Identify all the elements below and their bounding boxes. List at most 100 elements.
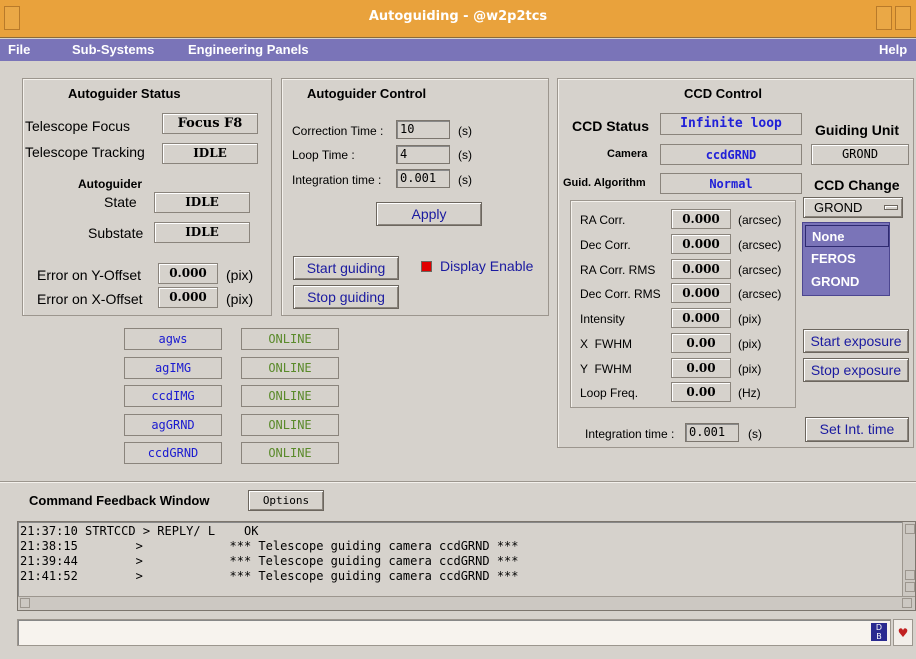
ccd-integration-time-unit: (s) [748, 427, 762, 441]
dropdown-option-feros[interactable]: FEROS [805, 248, 889, 270]
measurement-value: 0.000 [671, 308, 731, 328]
substate-label: Substate [88, 225, 144, 241]
subsystem-status: ONLINE [241, 357, 339, 379]
autoguider-status-header: Autoguider Status [68, 86, 181, 101]
measurement-unit: (arcsec) [738, 287, 782, 301]
ccd-control-header: CCD Control [684, 86, 762, 101]
stop-exposure-button[interactable]: Stop exposure [803, 358, 909, 382]
menu-engineering-panels[interactable]: Engineering Panels [188, 42, 309, 57]
telescope-tracking-label: Telescope Tracking [25, 144, 145, 160]
loop-time-input[interactable]: 4 [396, 145, 450, 164]
subsystem-name: ccdIMG [124, 385, 222, 407]
autoguider-control-header: Autoguider Control [307, 86, 427, 101]
measurement-value: 0.00 [671, 358, 731, 378]
measurement-label: Dec Corr. RMS [580, 287, 661, 301]
scroll-down-arrow-icon[interactable] [905, 582, 915, 592]
telescope-focus-label: Telescope Focus [25, 118, 131, 134]
autoguider-control-panel [281, 78, 549, 316]
measurements-panel: RA Corr. 0.000 (arcsec) Dec Corr. 0.000 … [570, 200, 796, 408]
dropdown-option-none[interactable]: None [805, 225, 889, 247]
guiding-unit-value: GROND [811, 144, 909, 165]
subsystem-status: ONLINE [241, 442, 339, 464]
error-x-offset-unit: (pix) [226, 291, 254, 307]
measurement-value: 0.000 [671, 259, 731, 279]
maximize-button[interactable] [895, 6, 911, 30]
scroll-right-arrow-icon[interactable] [902, 598, 912, 608]
menu-sub-systems[interactable]: Sub-Systems [72, 42, 154, 57]
measurement-unit: (pix) [738, 312, 762, 326]
measurement-value: 0.000 [671, 209, 731, 229]
loop-time-label: Loop Time : [292, 148, 355, 162]
display-enable-label[interactable]: Display Enable [440, 258, 533, 274]
measurement-label: Intensity [580, 312, 625, 326]
set-int-time-button[interactable]: Set Int. time [805, 417, 909, 442]
menu-file[interactable]: File [8, 42, 30, 57]
subsystem-status: ONLINE [241, 414, 339, 436]
substate-value: IDLE [154, 222, 250, 243]
error-y-offset-value: 0.000 [158, 263, 218, 284]
menu-help[interactable]: Help [879, 42, 907, 57]
start-guiding-button[interactable]: Start guiding [293, 256, 399, 280]
measurement-label: RA Corr. RMS [580, 263, 656, 277]
subsystem-name: agws [124, 328, 222, 350]
integration-time-input[interactable]: 0.001 [396, 169, 450, 188]
window-titlebar[interactable]: Autoguiding - @w2p2tcs [0, 0, 916, 38]
start-exposure-button[interactable]: Start exposure [803, 329, 909, 353]
state-value: IDLE [154, 192, 250, 213]
vertical-scrollbar[interactable] [902, 522, 915, 596]
window-title: Autoguiding - @w2p2tcs [368, 9, 548, 24]
measurement-label: Dec Corr. [580, 238, 631, 252]
ccd-change-dropdown: None FEROS GROND [802, 222, 890, 296]
minimize-button[interactable] [876, 6, 892, 30]
db-icon[interactable]: DB [871, 623, 887, 641]
guiding-unit-label: Guiding Unit [815, 122, 899, 138]
correction-time-input[interactable]: 10 [396, 120, 450, 139]
measurement-unit: (arcsec) [738, 263, 782, 277]
scroll-up-arrow-icon[interactable] [905, 524, 915, 534]
correction-time-unit: (s) [458, 124, 472, 138]
ccd-status-label: CCD Status [572, 118, 650, 134]
camera-label: Camera [607, 148, 648, 160]
heart-icon[interactable]: ♥ [893, 619, 913, 646]
ccd-integration-time-input[interactable]: 0.001 [685, 423, 739, 442]
loop-time-unit: (s) [458, 148, 472, 162]
measurement-unit: (arcsec) [738, 213, 782, 227]
measurement-value: 0.00 [671, 333, 731, 353]
measurement-unit: (Hz) [738, 386, 761, 400]
integration-time-label: Integration time : [292, 173, 382, 187]
apply-button[interactable]: Apply [376, 202, 482, 226]
telescope-tracking-value: IDLE [162, 143, 258, 164]
subsystem-name: agIMG [124, 357, 222, 379]
status-bar [17, 619, 891, 646]
horizontal-scrollbar[interactable] [18, 596, 915, 610]
log-line: 21:41:52 > *** Telescope guiding camera … [20, 569, 519, 583]
autoguider-label: Autoguider [78, 177, 142, 191]
measurement-value: 0.00 [671, 382, 731, 402]
error-x-offset-value: 0.000 [158, 287, 218, 308]
camera-value: ccdGRND [660, 144, 802, 165]
subsystem-status: ONLINE [241, 328, 339, 350]
measurement-label: X FWHM [580, 337, 632, 351]
error-y-offset-label: Error on Y-Offset [37, 267, 142, 283]
options-button[interactable]: Options [248, 490, 324, 511]
ccd-change-select[interactable]: GROND [803, 197, 903, 218]
option-menu-indicator-icon [884, 205, 898, 210]
guid-algorithm-value: Normal [660, 173, 802, 194]
subsystem-name: agGRND [124, 414, 222, 436]
menubar: File Sub-Systems Engineering Panels Help [0, 39, 916, 61]
state-label: State [104, 194, 137, 210]
stop-guiding-button[interactable]: Stop guiding [293, 285, 399, 309]
scroll-thumb[interactable] [905, 570, 915, 580]
scroll-left-arrow-icon[interactable] [20, 598, 30, 608]
log-line: 21:38:15 > *** Telescope guiding camera … [20, 539, 519, 553]
command-feedback-title: Command Feedback Window [29, 493, 210, 508]
subsystem-name: ccdGRND [124, 442, 222, 464]
display-enable-checkbox[interactable] [421, 261, 432, 272]
measurement-label: Loop Freq. [580, 386, 639, 400]
subsystems-list: agws ONLINE agIMG ONLINE ccdIMG ONLINE a… [124, 328, 339, 468]
measurement-unit: (arcsec) [738, 238, 782, 252]
dropdown-option-grond[interactable]: GROND [805, 271, 889, 293]
feedback-log[interactable]: 21:37:10 STRTCCD > REPLY/ L OK 21:38:15 … [17, 521, 916, 611]
measurement-label: RA Corr. [580, 213, 626, 227]
subsystem-status: ONLINE [241, 385, 339, 407]
